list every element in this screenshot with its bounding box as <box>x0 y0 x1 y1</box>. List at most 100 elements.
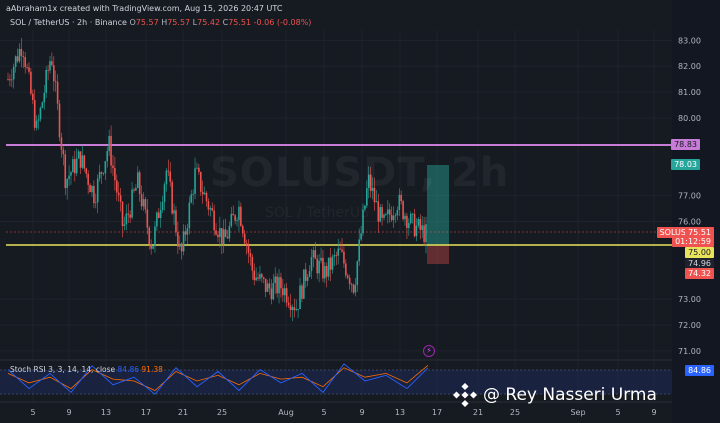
candle-body <box>283 288 286 296</box>
candle-body <box>392 215 395 221</box>
candle-body <box>72 159 74 173</box>
candle-body <box>390 214 393 221</box>
candle-body <box>413 213 416 237</box>
candle-body <box>112 165 114 169</box>
candle-body <box>312 250 315 258</box>
candle-body <box>154 226 156 247</box>
change-value: -0.06 (-0.08%) <box>253 18 312 27</box>
candle-body <box>402 201 404 220</box>
candle-body <box>11 79 13 81</box>
candle-body <box>66 178 68 189</box>
stop-tag-2[interactable]: 74.32 <box>685 268 714 279</box>
author-watermark: @ Rey Nasseri Urma <box>453 383 657 407</box>
candle-body <box>335 255 338 256</box>
alert-lightning-icon[interactable]: ⚡ <box>423 345 435 357</box>
long-position-stop-zone[interactable] <box>427 245 449 264</box>
time-tick-label: 9 <box>66 408 71 417</box>
candle-body <box>257 277 259 279</box>
candle-body <box>110 135 112 166</box>
candle-body <box>16 56 19 62</box>
candle-body <box>81 155 84 168</box>
candle-body <box>142 199 145 207</box>
stoch-rsi-legend[interactable]: Stoch RSI 3, 3, 14, 14, close 84.86 91.3… <box>10 365 163 374</box>
candle-body <box>150 244 152 249</box>
candle-body <box>102 173 105 174</box>
candle-body <box>261 274 263 278</box>
candle-body <box>203 192 206 195</box>
candle-body <box>83 155 86 169</box>
candle-body <box>322 257 324 279</box>
time-tick-label: 9 <box>359 408 364 417</box>
resistance-tag[interactable]: 78.83 <box>671 139 700 150</box>
time-tick-label: Sep <box>570 408 585 417</box>
candle-body <box>198 167 200 173</box>
candle-body <box>245 243 248 246</box>
candle-body <box>381 207 383 218</box>
candle-body <box>220 228 223 245</box>
candle-body <box>125 213 128 225</box>
candle-body <box>70 172 72 176</box>
candle-body <box>171 181 173 214</box>
candle-body <box>327 257 330 277</box>
candle-body <box>222 229 225 245</box>
candle-body <box>91 185 93 193</box>
high-value: 75.57 <box>167 18 191 27</box>
candle-body <box>423 225 425 243</box>
candle-body <box>178 243 181 247</box>
price-tick-label: 71.00 <box>678 347 701 356</box>
stoch-rsi-title[interactable]: Stoch RSI 3, 3, 14, 14, close <box>10 365 115 374</box>
candle-body <box>238 206 240 221</box>
chart-credit: aAbraham1x created with TradingView.com,… <box>6 4 283 13</box>
candle-body <box>310 257 313 271</box>
candle-body <box>152 246 154 249</box>
candle-body <box>247 245 250 253</box>
candle-body <box>408 222 410 229</box>
candle-body <box>232 213 235 216</box>
candle-body <box>339 248 341 250</box>
candle-body <box>79 151 82 168</box>
time-tick-label: 13 <box>395 408 405 417</box>
candle-body <box>106 151 109 162</box>
target-tag[interactable]: 78.03 <box>671 159 700 170</box>
candle-body <box>320 257 322 261</box>
support-tag[interactable]: 75.00 <box>685 247 714 258</box>
candle-body <box>377 201 380 222</box>
stoch-rsi-d-value: 91.38 <box>141 365 163 374</box>
candle-body <box>199 172 202 192</box>
candle-body <box>345 263 347 276</box>
candle-body <box>135 187 137 191</box>
candle-body <box>228 226 231 239</box>
candle-body <box>259 274 261 279</box>
candle-body <box>388 209 391 215</box>
candle-body <box>26 67 28 68</box>
candle-body <box>196 167 198 169</box>
time-tick-label: 17 <box>141 408 151 417</box>
candle-body <box>180 243 183 252</box>
candle-body <box>360 233 362 240</box>
candle-body <box>297 309 299 310</box>
symbol-legend[interactable]: SOL / TetherUS · 2h · Binance O75.57 H75… <box>10 18 311 27</box>
candle-body <box>159 209 162 218</box>
candle-body <box>346 275 349 278</box>
price-tick-label: 76.00 <box>678 217 701 226</box>
price-tick-label: 73.00 <box>678 295 701 304</box>
candle-body <box>343 251 345 264</box>
symbol-title[interactable]: SOL / TetherUS · 2h · Binance <box>10 18 127 27</box>
candle-body <box>104 161 107 174</box>
candle-body <box>77 151 80 159</box>
candle-body <box>301 285 303 299</box>
price-tick-label: 82.00 <box>678 62 701 71</box>
candle-body <box>62 149 65 155</box>
candle-body <box>270 288 273 300</box>
price-tick-label: 77.00 <box>678 192 701 201</box>
candle-body <box>89 184 91 193</box>
candle-body <box>188 202 191 229</box>
candle-body <box>56 81 59 104</box>
candle-body <box>293 307 296 311</box>
candle-body <box>324 266 326 279</box>
candle-body <box>49 61 51 71</box>
time-tick-label: 17 <box>432 408 442 417</box>
candle-body <box>398 194 401 210</box>
candle-body <box>234 215 236 221</box>
candle-body <box>194 168 196 194</box>
